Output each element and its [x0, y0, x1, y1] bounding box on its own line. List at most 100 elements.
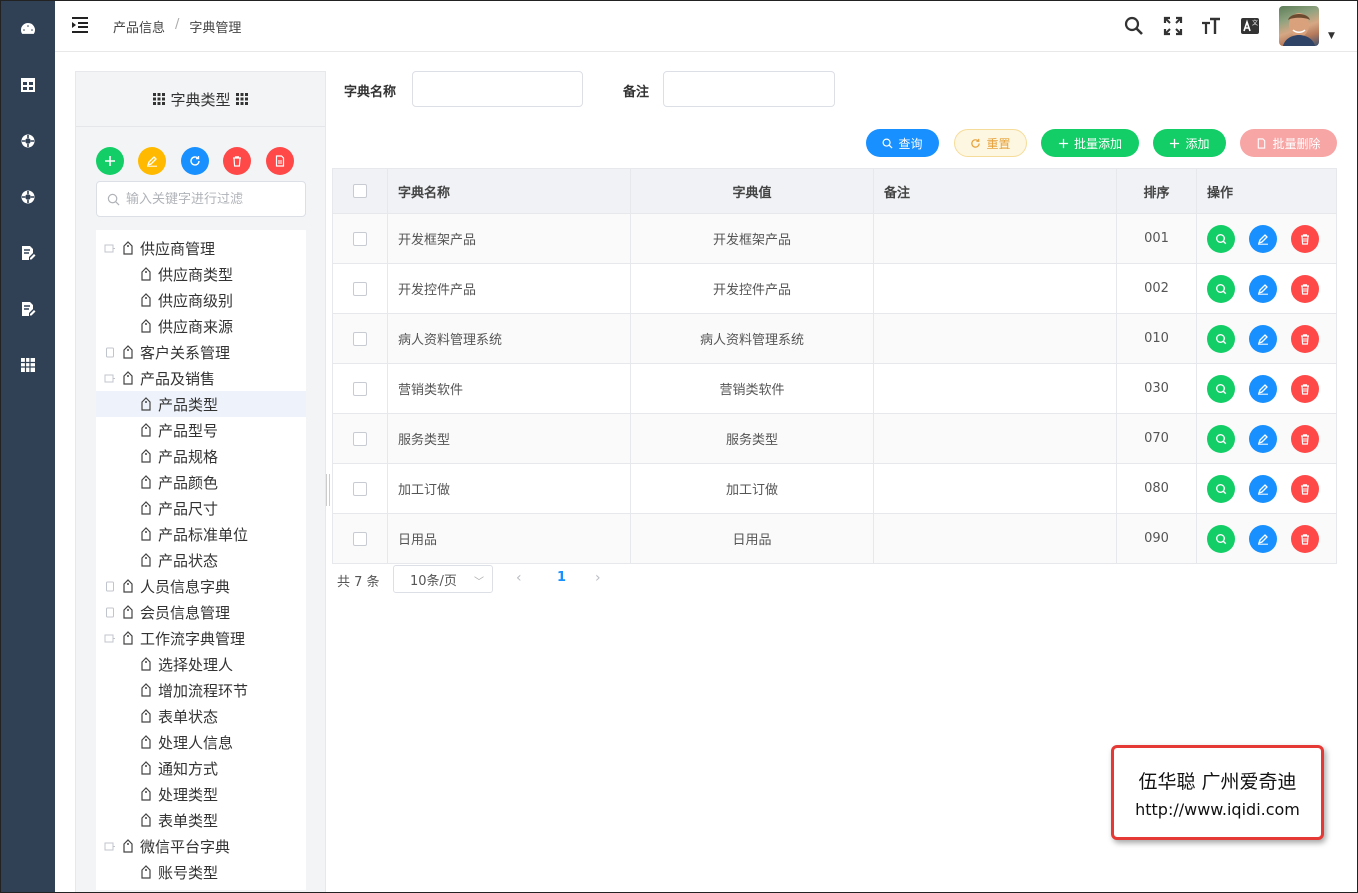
delete-button[interactable] [1291, 374, 1319, 403]
edit-button[interactable] [1249, 374, 1277, 403]
font-size-icon[interactable] [1200, 15, 1222, 37]
tree-node[interactable]: 表单类型 [96, 807, 306, 833]
tree-node[interactable]: 产品类型 [96, 391, 306, 417]
lifebuoy-icon[interactable] [19, 188, 37, 206]
tree-node[interactable]: 工作流字典管理 [96, 625, 306, 651]
row-checkbox[interactable] [353, 431, 367, 446]
edit-button[interactable] [1249, 224, 1277, 253]
batch-add-button[interactable]: 批量添加 [1041, 129, 1139, 157]
tree-node[interactable]: 供应商管理 [96, 235, 306, 261]
hamburger-menu-icon[interactable] [71, 16, 89, 34]
tree-node[interactable]: 微信平台字典 [96, 833, 306, 859]
document-edit-icon[interactable] [19, 300, 37, 318]
tree-node[interactable]: 增加流程环节 [96, 677, 306, 703]
view-button[interactable] [1207, 474, 1235, 503]
table-row[interactable]: 病人资料管理系统 病人资料管理系统 010 [333, 314, 1337, 364]
view-button[interactable] [1207, 224, 1235, 253]
tree-node[interactable]: 供应商级别 [96, 287, 306, 313]
tree-export-button[interactable] [266, 147, 294, 175]
user-avatar[interactable] [1279, 6, 1319, 46]
panel-resize-handle[interactable] [326, 474, 330, 506]
translate-icon[interactable]: 文 [1239, 15, 1261, 37]
column-header[interactable]: 字典名称 [388, 169, 631, 213]
tree-node[interactable]: 处理人信息 [96, 729, 306, 755]
row-checkbox[interactable] [353, 331, 367, 346]
tree-edit-button[interactable] [138, 147, 166, 175]
tree-node[interactable]: 客户关系管理 [96, 339, 306, 365]
row-checkbox[interactable] [353, 381, 367, 396]
folder-closed-icon[interactable] [104, 580, 116, 592]
delete-button[interactable] [1291, 274, 1319, 303]
tree-node[interactable]: 产品颜色 [96, 469, 306, 495]
delete-button[interactable] [1291, 524, 1319, 553]
grid-icon[interactable] [19, 356, 37, 374]
delete-button[interactable] [1291, 324, 1319, 353]
view-button[interactable] [1207, 424, 1235, 453]
row-checkbox[interactable] [353, 281, 367, 296]
tree-node[interactable]: 表单状态 [96, 703, 306, 729]
folder-open-icon[interactable] [104, 372, 116, 384]
table-row[interactable]: 开发框架产品 开发框架产品 001 [333, 214, 1337, 264]
delete-button[interactable] [1291, 224, 1319, 253]
dashboard-icon[interactable] [19, 20, 37, 38]
tree-refresh-button[interactable] [181, 147, 209, 175]
row-checkbox[interactable] [353, 231, 367, 246]
folder-open-icon[interactable] [104, 840, 116, 852]
table-row[interactable]: 日用品 日用品 090 [333, 514, 1337, 564]
view-button[interactable] [1207, 324, 1235, 353]
dict-name-input[interactable] [412, 71, 583, 107]
tree-node[interactable]: 通知方式 [96, 755, 306, 781]
breadcrumb-item[interactable]: 产品信息 [113, 17, 165, 36]
table-row[interactable]: 开发控件产品 开发控件产品 002 [333, 264, 1337, 314]
row-checkbox[interactable] [353, 531, 367, 546]
reset-button[interactable]: 重置 [954, 129, 1027, 157]
tree-node[interactable]: 选择处理人 [96, 651, 306, 677]
tree-filter-input[interactable] [126, 191, 296, 207]
column-header[interactable]: 排序 [1117, 169, 1197, 213]
tree-node[interactable]: 产品规格 [96, 443, 306, 469]
row-checkbox[interactable] [353, 481, 367, 496]
current-page[interactable]: 1 [557, 570, 566, 585]
tree-node[interactable]: 产品及销售 [96, 365, 306, 391]
tree-node[interactable]: 产品标准单位 [96, 521, 306, 547]
column-header[interactable]: 备注 [874, 169, 1117, 213]
folder-closed-icon[interactable] [104, 606, 116, 618]
prev-page-icon[interactable]: ‹ [516, 570, 522, 586]
page-size-select[interactable]: 10条/页 ﹀ [393, 565, 493, 593]
edit-button[interactable] [1249, 524, 1277, 553]
fullscreen-icon[interactable] [1162, 15, 1184, 37]
folder-open-icon[interactable] [104, 632, 116, 644]
remark-input[interactable] [663, 71, 835, 107]
view-button[interactable] [1207, 374, 1235, 403]
edit-button[interactable] [1249, 474, 1277, 503]
batch-delete-button[interactable]: 批量删除 [1240, 129, 1337, 157]
query-button[interactable]: 查询 [866, 129, 939, 157]
search-icon[interactable] [1123, 15, 1145, 37]
tree-add-button[interactable] [96, 147, 124, 175]
edit-button[interactable] [1249, 274, 1277, 303]
tree-node[interactable]: 产品尺寸 [96, 495, 306, 521]
tree-node[interactable]: 账号类型 [96, 859, 306, 885]
tree-node[interactable]: 人员信息字典 [96, 573, 306, 599]
delete-button[interactable] [1291, 474, 1319, 503]
tree-node[interactable]: 产品状态 [96, 547, 306, 573]
tree-node[interactable]: 会员信息管理 [96, 599, 306, 625]
view-button[interactable] [1207, 274, 1235, 303]
chevron-down-icon[interactable]: ▼ [1328, 31, 1335, 41]
table-icon[interactable] [19, 76, 37, 94]
tree-node[interactable]: 供应商来源 [96, 313, 306, 339]
folder-closed-icon[interactable] [104, 346, 116, 358]
column-header[interactable]: 字典值 [631, 169, 874, 213]
view-button[interactable] [1207, 524, 1235, 553]
folder-open-icon[interactable] [104, 242, 116, 254]
tree-node[interactable]: 处理类型 [96, 781, 306, 807]
tree-delete-button[interactable] [223, 147, 251, 175]
tree-node[interactable]: 供应商类型 [96, 261, 306, 287]
tree-node[interactable]: 产品型号 [96, 417, 306, 443]
next-page-icon[interactable]: › [595, 570, 601, 586]
table-row[interactable]: 服务类型 服务类型 070 [333, 414, 1337, 464]
edit-button[interactable] [1249, 424, 1277, 453]
table-row[interactable]: 营销类软件 营销类软件 030 [333, 364, 1337, 414]
lifebuoy-icon[interactable] [19, 132, 37, 150]
delete-button[interactable] [1291, 424, 1319, 453]
